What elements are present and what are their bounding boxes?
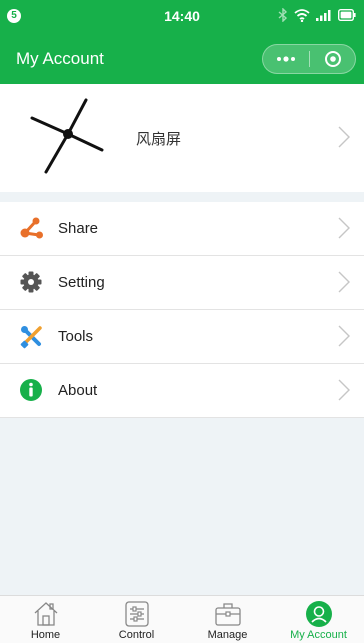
home-icon [34,602,57,626]
control-sliders-icon [124,601,149,627]
menu-item-label: About [58,382,98,399]
chevron-right-icon [338,325,350,347]
tab-label: Home [30,629,61,641]
menu-item-setting[interactable]: Setting [0,256,364,310]
tab-label: My Account [290,629,347,641]
chevron-right-icon [338,217,350,239]
menu-item-label: Setting [58,274,105,291]
tools-icon [20,326,42,349]
bottom-tab-bar: Home Control Manage My Account [0,595,364,643]
tab-label: Manage [207,629,248,641]
menu-item-share[interactable]: Share [0,202,364,256]
device-profile-card[interactable]: 风扇屏 [0,84,364,192]
share-icon [20,217,43,239]
menu-item-about[interactable]: About [0,364,364,418]
signal-icon [316,10,331,21]
chevron-right-icon [338,379,350,401]
tab-manage[interactable]: Manage [182,596,273,643]
wifi-icon [294,8,310,22]
status-icons [278,8,356,22]
gear-icon [20,271,42,293]
bluetooth-icon [278,8,288,22]
mini-program-capsule [262,44,356,74]
status-bar: 5 14:40 [0,0,364,34]
title-bar: My Account [0,34,364,84]
menu-item-tools[interactable]: Tools [0,310,364,364]
tab-home[interactable]: Home [0,596,91,643]
chevron-right-icon [338,271,350,293]
close-mini-program-button[interactable] [310,45,356,73]
menu-item-label: Share [58,220,99,237]
page-title: My Account [16,49,104,68]
battery-icon [338,9,356,21]
tab-my-account[interactable]: My Account [273,596,364,643]
menu-item-label: Tools [58,328,94,345]
more-button[interactable] [263,45,309,73]
hologram-fan-icon [30,98,104,174]
account-menu: Share Setting Tools About [0,202,364,418]
briefcase-icon [214,603,241,626]
tab-label: Control [118,629,155,641]
chevron-right-icon [338,126,350,148]
info-icon [20,379,42,401]
target-circle-icon [325,51,341,67]
device-name: 风扇屏 [136,131,182,148]
account-icon [305,601,332,627]
tab-control[interactable]: Control [91,596,182,643]
more-dots-icon [277,56,295,62]
